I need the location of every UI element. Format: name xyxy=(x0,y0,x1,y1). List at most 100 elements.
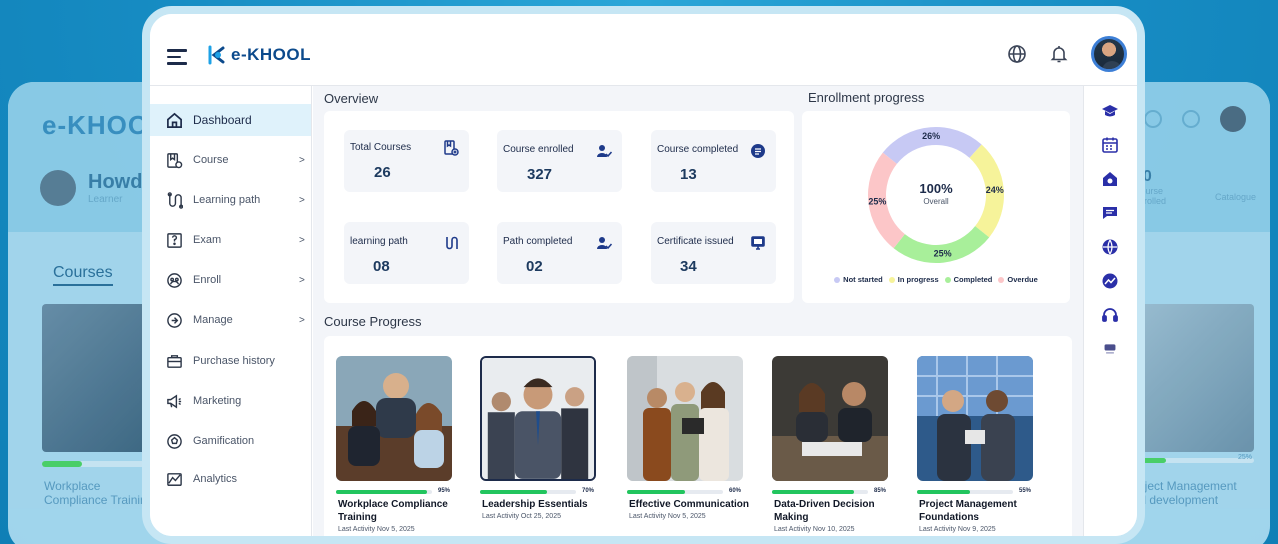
course-card[interactable]: 55% Project Management Foundations Last … xyxy=(909,356,1049,533)
enrollment-donut-chart: 26% 24% 25% 25% 100% Overall xyxy=(868,127,1004,263)
certificate-icon xyxy=(751,236,765,250)
course-image xyxy=(917,356,1033,481)
chevron-right-icon: > xyxy=(299,154,305,166)
chat-icon[interactable] xyxy=(1101,204,1119,222)
stat-label: Path completed xyxy=(503,236,573,247)
donut-slice-label: 24% xyxy=(986,185,1004,195)
course-add-icon xyxy=(444,140,459,156)
stat-value: 26 xyxy=(374,164,391,181)
background-progress-pct: 25% xyxy=(1237,454,1252,461)
course-progress-bar: 70% xyxy=(480,487,596,497)
main-content: Overview Enrollment progress Total Cours… xyxy=(313,86,1083,536)
stat-course-completed[interactable]: Course completed 13 xyxy=(651,130,776,192)
logo-mark-icon xyxy=(208,45,225,65)
sidebar-item-course[interactable]: Course > xyxy=(150,144,311,176)
trend-icon[interactable] xyxy=(1101,272,1119,290)
menu-icon[interactable] xyxy=(167,49,187,69)
stat-label: Course completed xyxy=(657,144,739,155)
sidebar-item-label: Course xyxy=(193,154,229,166)
enroll-icon xyxy=(167,272,182,288)
sidebar-item-label: Enroll xyxy=(193,274,222,286)
user-check-icon xyxy=(597,145,612,158)
home-shield-icon[interactable] xyxy=(1101,170,1119,188)
chevron-right-icon: > xyxy=(299,194,305,206)
right-rail xyxy=(1083,86,1137,536)
background-catalogue: Catalogue xyxy=(1214,192,1256,202)
sidebar-item-label: Gamification xyxy=(193,435,255,447)
top-bar: e-KHOOL xyxy=(150,14,1137,86)
stat-course-enrolled[interactable]: Course enrolled 327 xyxy=(497,130,622,192)
background-progress-bar xyxy=(42,461,152,467)
background-course-title: Workplace Compliance Training xyxy=(44,479,154,507)
course-title: Leadership Essentials xyxy=(482,499,588,510)
enrollment-title: Enrollment progress xyxy=(808,90,925,105)
course-last-activity: Last Activity Nov 5, 2025 xyxy=(338,526,415,533)
megaphone-icon xyxy=(167,394,182,408)
course-progress-pct: 55% xyxy=(1018,488,1031,494)
sidebar-item-marketing[interactable]: Marketing xyxy=(150,385,311,417)
avatar[interactable] xyxy=(1091,36,1127,72)
globe-network-icon[interactable] xyxy=(1101,238,1119,256)
stat-label: learning path xyxy=(350,236,408,247)
course-card[interactable]: 60% Effective Communication Last Activit… xyxy=(619,356,759,520)
course-icon xyxy=(167,152,183,168)
sidebar-item-label: Manage xyxy=(193,314,233,326)
course-progress-bar: 95% xyxy=(336,487,452,497)
legend-item: Overdue xyxy=(998,275,1038,284)
briefcase-icon xyxy=(167,354,182,368)
course-progress-pct: 95% xyxy=(437,488,450,494)
course-progress-pct: 85% xyxy=(873,488,886,494)
sidebar-item-analytics[interactable]: Analytics xyxy=(150,463,311,495)
course-card[interactable]: 85% Data-Driven Decision Making Last Act… xyxy=(764,356,904,533)
sidebar-item-exam[interactable]: Exam > xyxy=(150,224,311,256)
course-progress-card: 95% Workplace Compliance Training Last A… xyxy=(324,336,1072,536)
stat-certificate-issued[interactable]: Certificate issued 34 xyxy=(651,222,776,284)
donut-slice-label: 25% xyxy=(934,249,952,259)
overview-title: Overview xyxy=(324,91,379,106)
background-logo: e-KHOO xyxy=(42,110,150,140)
background-progress-bar-right xyxy=(1136,458,1254,463)
background-globe-icon xyxy=(1144,110,1162,128)
app-window: e-KHOOL Dashboard Course > Learning path… xyxy=(142,6,1145,544)
course-progress-bar: 85% xyxy=(772,487,888,497)
globe-icon[interactable] xyxy=(1007,44,1027,64)
course-card[interactable]: 70% Leadership Essentials Last Activity … xyxy=(472,356,612,520)
graduation-cap-icon[interactable] xyxy=(1101,102,1119,120)
sidebar-item-dashboard[interactable]: Dashboard xyxy=(150,104,311,136)
stat-path-completed[interactable]: Path completed 02 xyxy=(497,222,622,284)
home-icon xyxy=(167,112,182,128)
sidebar-item-learning-path[interactable]: Learning path > xyxy=(150,184,311,216)
course-progress-bar: 60% xyxy=(627,487,743,497)
exam-icon xyxy=(167,232,182,248)
sidebar-item-enroll[interactable]: Enroll > xyxy=(150,264,311,296)
sidebar-item-label: Dashboard xyxy=(193,113,252,127)
sidebar-item-label: Marketing xyxy=(193,395,242,407)
background-course-title-right: Project Management and development xyxy=(1126,479,1237,507)
analytics-icon xyxy=(167,472,182,486)
bell-icon[interactable] xyxy=(1049,44,1069,64)
sidebar-item-label: Purchase history xyxy=(193,355,275,367)
stat-total-courses[interactable]: Total Courses 26 xyxy=(344,130,469,192)
course-last-activity: Last Activity Nov 10, 2025 xyxy=(774,526,855,533)
stat-value: 327 xyxy=(527,166,553,183)
manage-icon xyxy=(167,312,182,328)
course-progress-bar: 55% xyxy=(917,487,1033,497)
course-image xyxy=(772,356,888,481)
path-icon xyxy=(446,236,458,250)
more-icon[interactable] xyxy=(1103,340,1117,358)
sidebar-item-gamification[interactable]: Gamification xyxy=(150,425,311,457)
course-title: Data-Driven Decision Making xyxy=(774,499,875,523)
enrollment-card: 26% 24% 25% 25% 100% Overall Not started In… xyxy=(802,111,1070,303)
header-actions xyxy=(1007,36,1127,72)
sidebar-item-manage[interactable]: Manage > xyxy=(150,304,311,336)
donut-center-label: Overall xyxy=(923,197,949,206)
stat-learning-path[interactable]: learning path 08 xyxy=(344,222,469,284)
course-card[interactable]: 95% Workplace Compliance Training Last A… xyxy=(328,356,468,533)
sidebar-item-purchase-history[interactable]: Purchase history xyxy=(150,345,311,377)
logo[interactable]: e-KHOOL xyxy=(207,45,311,65)
background-bell-icon xyxy=(1182,110,1200,128)
course-title: Effective Communication xyxy=(629,499,750,510)
course-last-activity: Last Activity Nov 9, 2025 xyxy=(919,526,996,533)
calendar-icon[interactable] xyxy=(1101,136,1119,154)
support-icon[interactable] xyxy=(1101,306,1119,324)
